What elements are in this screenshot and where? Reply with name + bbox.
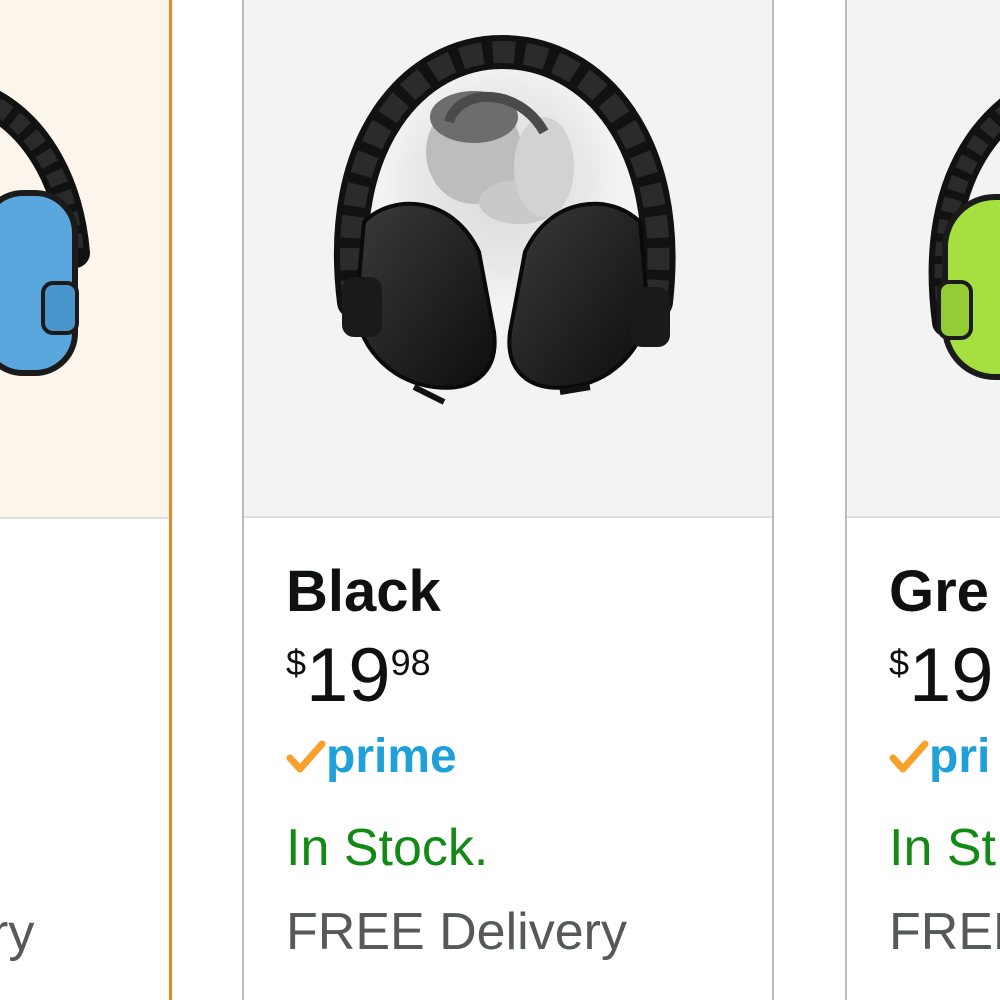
delivery-text: FREE Delivery	[286, 903, 627, 961]
price-fraction: 98	[390, 642, 431, 683]
product-image-blue	[0, 0, 169, 519]
availability-text: In St	[889, 819, 996, 877]
price-whole: 19	[909, 633, 994, 718]
variant-info-blue: ry	[0, 553, 169, 973]
variant-info-black: Black $1998 prime In Stock. FREE Deliver…	[286, 552, 772, 972]
product-image-green	[847, 0, 1000, 518]
prime-badge	[0, 725, 169, 789]
variant-name: Black	[286, 559, 441, 624]
earmuffs-black-image	[333, 34, 676, 405]
prime-check-icon	[889, 740, 929, 773]
prime-badge: prime	[286, 724, 772, 788]
variant-card-blue[interactable]: ry	[0, 0, 172, 1000]
variant-card-green[interactable]: Gre $19 pri In St FREE	[845, 0, 1000, 1000]
color-variant-carousel: ry	[0, 0, 1000, 1000]
availability-text	[0, 809, 169, 889]
variant-price: $1998	[286, 636, 772, 716]
variant-name: Gre	[889, 559, 989, 624]
prime-badge: pri	[889, 724, 1000, 788]
prime-label: prime	[326, 729, 457, 783]
variant-price: $19	[889, 636, 1000, 716]
prime-check-icon	[286, 740, 326, 773]
variant-price	[0, 637, 169, 717]
earmuffs-green-image	[928, 98, 1000, 380]
delivery-text: ry	[0, 904, 35, 962]
prime-label: pri	[929, 729, 991, 783]
variant-card-black[interactable]: Black $1998 prime In Stock. FREE Deliver…	[242, 0, 774, 1000]
variant-info-green: Gre $19 pri In St FREE	[889, 552, 1000, 972]
price-currency-symbol: $	[889, 642, 910, 683]
price-whole: 19	[306, 633, 391, 718]
variant-name	[0, 553, 169, 633]
product-image-black	[244, 0, 772, 518]
price-currency-symbol: $	[286, 642, 307, 683]
delivery-text: FREE	[889, 903, 1000, 961]
availability-text: In Stock.	[286, 819, 489, 877]
earmuffs-blue-image	[0, 91, 90, 376]
